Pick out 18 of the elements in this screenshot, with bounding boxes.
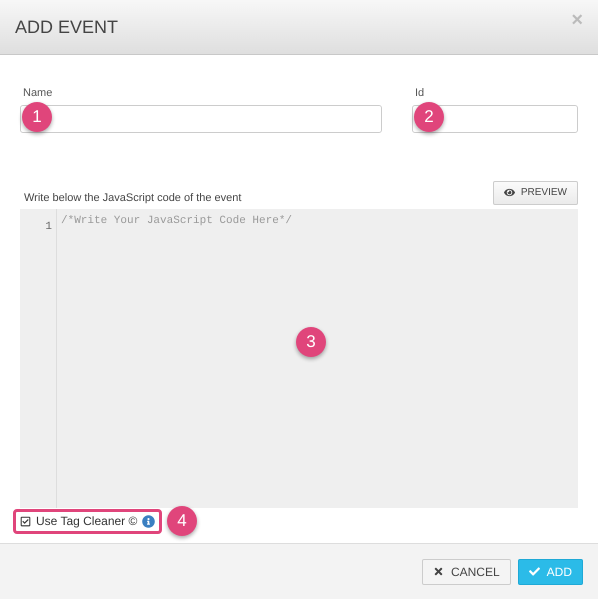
tag-cleaner-option[interactable]: Use Tag Cleaner © bbox=[13, 508, 162, 534]
text-field[interactable] bbox=[20, 104, 382, 132]
number-marker: 4 bbox=[167, 506, 197, 536]
cancel-button[interactable]: CANCEL bbox=[422, 558, 511, 584]
code-editor[interactable]: 1 /*Write Your JavaScript Code Here*/ 3 bbox=[20, 208, 578, 508]
preview-button[interactable]: PREVIEW bbox=[492, 180, 578, 204]
number-marker: 3 bbox=[296, 326, 326, 356]
checkbox-label: Use Tag Cleaner © bbox=[36, 513, 138, 530]
field-label: Id bbox=[415, 86, 426, 101]
field-label: Name bbox=[23, 86, 54, 101]
eye-icon bbox=[504, 187, 515, 198]
close-icon bbox=[432, 566, 444, 577]
check-icon bbox=[528, 566, 540, 577]
editor-label: Write below the JavaScript code of the event bbox=[24, 191, 242, 206]
dialog-title: ADD EVENT bbox=[15, 16, 118, 38]
checkbox[interactable] bbox=[20, 516, 31, 526]
line-number: 1 bbox=[45, 220, 52, 232]
info-icon[interactable] bbox=[142, 514, 156, 528]
